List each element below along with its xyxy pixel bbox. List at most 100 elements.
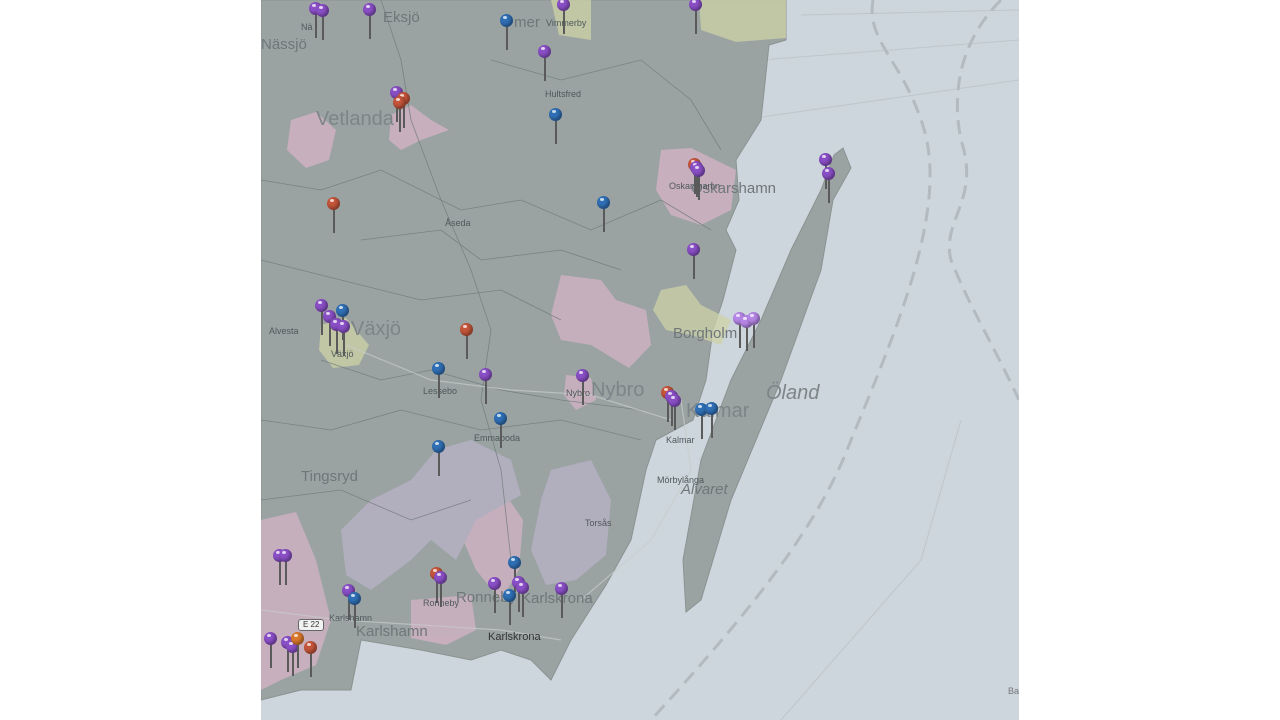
map-marker-pin[interactable] [503,589,517,627]
marker-head-icon [503,589,516,602]
marker-stem [509,601,511,625]
map-marker-pin[interactable] [279,549,293,587]
marker-stem [603,208,605,232]
marker-head-icon [516,581,529,594]
map-marker-pin[interactable] [689,0,703,36]
marker-head-icon [336,304,349,317]
marker-head-icon [488,577,501,590]
marker-stem [369,15,371,39]
marker-head-icon [327,197,340,210]
marker-stem [438,452,440,476]
marker-stem [333,209,335,233]
map-marker-pin[interactable] [822,167,836,205]
label-karlshamn-big: Karlshamn [356,623,428,640]
map-marker-pin[interactable] [432,362,446,400]
marker-head-icon [819,153,832,166]
map-marker-pin[interactable] [747,312,761,350]
marker-head-icon [597,196,610,209]
map-marker-pin[interactable] [479,368,493,406]
marker-head-icon [689,0,702,11]
marker-head-icon [279,549,292,562]
marker-stem [440,583,442,607]
marker-stem [322,16,324,40]
map-marker-pin[interactable] [460,323,474,361]
marker-stem [555,120,557,144]
marker-head-icon [822,167,835,180]
road-shield-e22: E 22 [298,619,325,631]
map-marker-pin[interactable] [434,571,448,609]
label-aseda: Åseda [445,218,471,228]
map-marker-pin[interactable] [500,14,514,52]
marker-stem [270,644,272,668]
map-marker-pin[interactable] [597,196,611,234]
map-marker-pin[interactable] [488,577,502,615]
map-marker-pin[interactable] [516,581,530,619]
marker-head-icon [549,108,562,121]
map-marker-pin[interactable] [705,402,719,440]
marker-stem [698,176,700,200]
marker-stem [310,653,312,677]
marker-head-icon [479,368,492,381]
marker-stem [466,335,468,359]
marker-head-icon [705,402,718,415]
marker-head-icon [304,641,317,654]
marker-head-icon [555,582,568,595]
marker-head-icon [432,440,445,453]
label-nassjo: Nässjö [261,36,307,53]
marker-stem [500,424,502,448]
map-marker-pin[interactable] [494,412,508,450]
marker-stem [695,10,697,34]
map-marker-pin[interactable] [264,632,278,670]
label-alvaret: Alvaret [681,481,728,498]
map-marker-pin[interactable] [393,96,407,134]
map-marker-pin[interactable] [363,3,377,41]
map-view[interactable]: Eksjö Nässjö Nä mer Vimmerby Vetlanda Hu… [261,0,1019,720]
map-attribution[interactable]: Ba [1008,686,1019,696]
map-marker-pin[interactable] [549,108,563,146]
marker-stem [674,406,676,430]
sea-route-line [800,9,1019,16]
marker-head-icon [291,632,304,645]
marker-stem [701,415,703,439]
map-marker-pin[interactable] [304,641,318,679]
label-tingsryd: Tingsryd [301,468,358,485]
marker-head-icon [500,14,513,27]
map-marker-pin[interactable] [327,197,341,235]
map-marker-pin[interactable] [576,369,590,407]
marker-stem [711,414,713,438]
label-vaxjo: Växjö [351,318,402,340]
map-marker-pin[interactable] [348,592,362,630]
marker-stem [828,179,830,203]
marker-head-icon [576,369,589,382]
marker-stem [399,108,401,132]
marker-head-icon [393,96,406,109]
map-marker-pin[interactable] [432,440,446,478]
marker-head-icon [316,4,329,17]
map-marker-pin[interactable] [538,45,552,83]
label-borgholm: Borgholm [673,325,738,342]
marker-stem [297,644,299,668]
marker-head-icon [692,164,705,177]
label-karlskrona: Karlskrona [488,631,541,643]
map-marker-pin[interactable] [692,164,706,202]
marker-stem [485,380,487,404]
map-marker-pin[interactable] [557,0,571,36]
label-torsas: Torsås [585,518,612,528]
label-hultsfred: Hultsfred [545,89,582,99]
marker-head-icon [508,556,521,569]
marker-head-icon [494,412,507,425]
map-marker-pin[interactable] [555,582,569,620]
marker-stem [285,561,287,585]
map-marker-pin[interactable] [668,394,682,432]
map-marker-pin[interactable] [687,243,701,281]
marker-stem [563,10,565,34]
marker-stem [438,374,440,398]
map-marker-pin[interactable] [337,320,351,358]
map-marker-pin[interactable] [316,4,330,42]
marker-stem [343,332,345,356]
marker-stem [544,57,546,81]
marker-head-icon [337,320,350,333]
marker-stem [693,255,695,279]
map-marker-pin[interactable] [291,632,305,670]
marker-stem [753,324,755,348]
